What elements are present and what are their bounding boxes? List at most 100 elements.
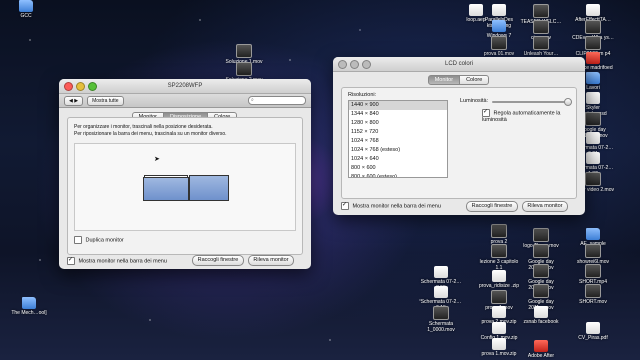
show-menubar-label: Mostra monitor nella barra dei menu <box>352 203 441 210</box>
resolution-item[interactable]: 1344 × 840 <box>349 110 447 119</box>
brightness-slider[interactable] <box>492 98 572 106</box>
mov-icon <box>236 44 252 58</box>
mov-icon <box>585 20 601 34</box>
resolution-item[interactable]: 1280 × 800 <box>349 119 447 128</box>
auto-brightness-label: Regola automaticamente la luminosità <box>482 110 561 123</box>
mov-icon <box>533 228 549 242</box>
mov-icon <box>585 264 601 278</box>
doc-icon <box>434 266 448 278</box>
search-icon: ⌕ <box>251 97 254 103</box>
folder-icon <box>492 20 506 32</box>
resolution-item[interactable]: 1024 × 640 <box>349 155 447 164</box>
desktop-icon-label: Schermata 1_0000.mov <box>427 321 455 333</box>
gather-windows-button[interactable]: Raccogli finestre <box>466 201 518 212</box>
desktop-icon[interactable]: zsnab facebook <box>520 306 562 325</box>
window-toolbar: ◀ ▶ Mostra tutte ⌕ <box>59 94 311 108</box>
doc-icon <box>586 322 600 334</box>
brightness-slider-knob[interactable] <box>564 98 572 106</box>
resolution-item[interactable]: 1024 × 768 <box>349 137 447 146</box>
resolutions-label: Risoluzioni: <box>348 92 377 98</box>
back-forward-buttons[interactable]: ◀ ▶ <box>64 95 84 106</box>
desktop-icon-label: prova 1.mov.zip <box>481 351 517 357</box>
mov-icon <box>491 224 507 238</box>
doc-icon <box>586 92 600 104</box>
close-button[interactable] <box>64 82 73 91</box>
arrangement-panel: Per organizzare i monitor, trascinali ne… <box>67 117 303 255</box>
show-menubar-checkbox[interactable] <box>341 201 349 210</box>
detect-displays-button[interactable]: Rileva monitor <box>522 201 568 212</box>
resolution-item[interactable]: 1440 × 900 <box>349 101 447 110</box>
desktop-icon[interactable]: GCC <box>5 0 47 19</box>
search-field[interactable]: ⌕ <box>248 96 306 105</box>
detect-displays-button[interactable]: Rileva monitor <box>248 255 294 266</box>
tab-bar: Monitor Colore <box>333 75 585 85</box>
minimize-button[interactable] <box>350 60 359 69</box>
desktop-icon-label: GCC <box>20 13 32 19</box>
desktop-icon[interactable]: prova 01.mov <box>478 36 520 57</box>
desktop-icon[interactable]: showrei6l.mov <box>572 244 614 265</box>
desktop-icon[interactable]: prova 2 <box>478 224 520 245</box>
mov-icon <box>533 4 549 18</box>
desktop-icon[interactable]: CV_Piras.pdf <box>572 322 614 341</box>
window-titlebar[interactable]: LCD colori <box>333 57 585 72</box>
mov-icon <box>585 172 601 186</box>
resolution-item[interactable]: 800 × 600 <box>349 164 447 173</box>
mouse-cursor: ➤ <box>154 156 160 163</box>
window-titlebar[interactable]: SP2208WFP <box>59 79 311 94</box>
show-menubar-checkbox[interactable] <box>67 256 75 265</box>
doc-icon <box>492 338 506 350</box>
doc-icon <box>586 4 600 16</box>
desktop-icon[interactable]: SHORT.mov <box>572 284 614 305</box>
show-all-button[interactable]: Mostra tutte <box>87 95 124 106</box>
doc-icon <box>492 322 506 334</box>
mov-icon <box>585 112 601 126</box>
doc-icon <box>534 306 548 318</box>
desktop-icon-label: prova_ridisize .zip <box>478 283 520 289</box>
mirror-checkbox[interactable] <box>74 236 82 244</box>
desktop-icon[interactable]: prova_ridisize .zip <box>478 270 520 289</box>
desktop-icon[interactable]: lezione 3 capitolo 1.1 <box>478 244 520 271</box>
auto-brightness-checkbox[interactable] <box>482 108 490 117</box>
desktop-icon-label: zsnab facebook <box>523 319 559 325</box>
monitor-thumbnail-main[interactable] <box>143 175 189 201</box>
resolution-item[interactable]: 1152 × 720 <box>349 128 447 137</box>
show-menubar-label: Mostra monitor nella barra dei menu <box>78 258 167 265</box>
folder-icon <box>22 297 36 309</box>
mov-icon <box>533 244 549 258</box>
resolutions-list[interactable]: 1440 × 900 1344 × 840 1280 × 800 1152 × 720… <box>348 100 448 178</box>
mov-icon <box>585 244 601 258</box>
mov-icon <box>491 290 507 304</box>
monitor-thumbnail-secondary[interactable] <box>189 175 229 201</box>
zoom-button[interactable] <box>362 60 371 69</box>
desktop-icon-label: The Mech…ool] <box>11 310 47 316</box>
mov-icon <box>585 36 601 50</box>
minimize-button[interactable] <box>76 82 85 91</box>
lcd-tab-monitor[interactable]: Monitor <box>427 75 461 85</box>
doc-icon <box>586 132 600 144</box>
mirror-label: Duplica monitor <box>85 237 124 244</box>
folder-icon <box>586 228 600 240</box>
red-icon <box>534 340 548 352</box>
mov-icon <box>533 264 549 278</box>
desktop-icon-label: Lavori <box>586 85 600 91</box>
desktop-icon[interactable]: prova 1.mov.zip <box>478 338 520 357</box>
desktop-icon[interactable]: Schermata 1_0000.mov <box>420 306 462 333</box>
gather-windows-button[interactable]: Raccogli finestre <box>192 255 244 266</box>
zoom-button[interactable] <box>88 82 97 91</box>
mov-icon <box>236 62 252 76</box>
doc-icon <box>492 4 506 16</box>
display-prefs-window-arrangement: SP2208WFP ◀ ▶ Mostra tutte ⌕ MonitorDisp… <box>59 79 311 269</box>
lcd-tab-colore[interactable]: Colore <box>459 75 490 85</box>
desktop-icon[interactable]: The Mech…ool] <box>8 297 50 316</box>
mov-icon <box>533 284 549 298</box>
instruction-text-2: Per riposizionare la barra dei menu, tra… <box>74 131 227 137</box>
display-prefs-window-lcd: LCD colori Monitor Colore Risoluzioni: 14… <box>333 57 585 215</box>
close-button[interactable] <box>338 60 347 69</box>
window-title: LCD colori <box>444 61 473 67</box>
desktop-icon[interactable]: SHORT.mp4 <box>572 264 614 285</box>
resolution-item[interactable]: 1024 × 768 (esteso) <box>349 146 447 155</box>
desktop-icon-label: Adobe After <box>527 353 555 359</box>
desktop-icon[interactable]: Adobe After <box>520 340 562 359</box>
resolution-item[interactable]: 800 × 600 (esteso) <box>349 173 447 177</box>
menubar-indicator[interactable] <box>144 175 188 178</box>
